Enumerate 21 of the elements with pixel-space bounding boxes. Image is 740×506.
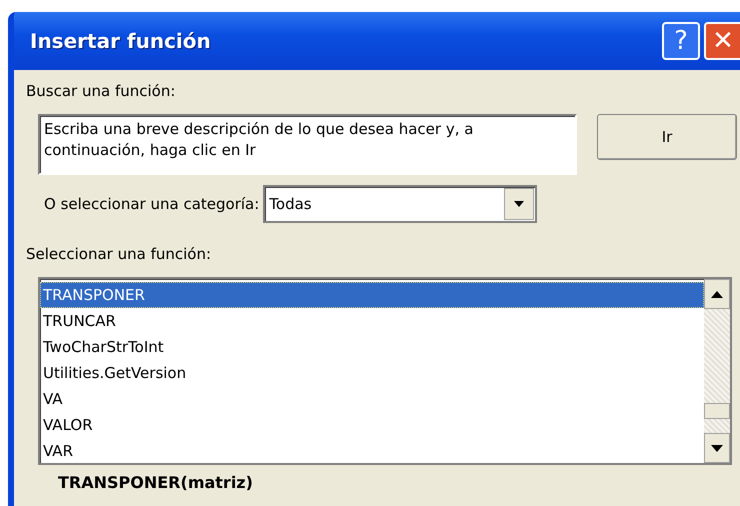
function-item[interactable]: TwoCharStrToInt [40, 334, 704, 360]
category-dropdown[interactable]: Todas [263, 185, 538, 223]
function-item[interactable]: TRANSPONER [40, 282, 704, 308]
function-label: Seleccionar una función: [26, 245, 212, 263]
go-button[interactable]: Ir [597, 114, 737, 160]
function-item[interactable]: VAR [40, 438, 704, 464]
help-button[interactable]: ? [662, 22, 700, 60]
scroll-down-icon[interactable] [704, 433, 730, 463]
function-item[interactable]: VALOR [40, 412, 704, 438]
window-title: Insertar función [30, 29, 211, 53]
category-label: O seleccionar una categoría: [44, 195, 260, 213]
function-item[interactable]: TRUNCAR [40, 308, 704, 334]
close-button[interactable]: ✕ [704, 22, 740, 60]
search-label: Buscar una función: [26, 82, 176, 100]
function-item[interactable]: VA [40, 386, 704, 412]
function-item[interactable]: Utilities.GetVersion [40, 360, 704, 386]
scroll-up-icon[interactable] [704, 279, 730, 309]
search-field[interactable]: Escriba una breve descripción de lo que desea hacer y, a continuación, haga clic en Ir [38, 114, 577, 175]
scroll-thumb[interactable] [704, 403, 730, 419]
scrollbar[interactable] [704, 279, 730, 463]
function-signature: TRANSPONER(matriz) [58, 473, 254, 492]
